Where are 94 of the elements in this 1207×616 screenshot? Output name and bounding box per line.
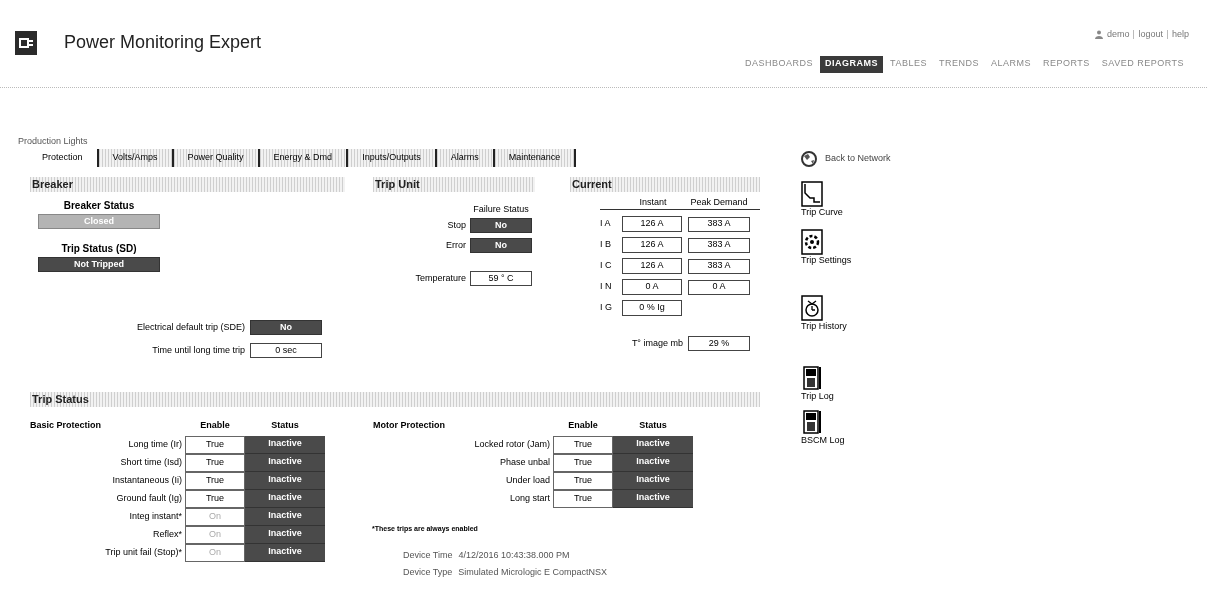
value-box: 383 A bbox=[688, 216, 750, 232]
section-heading: Current bbox=[570, 177, 760, 192]
column-header: Status bbox=[270, 419, 300, 432]
row-label: Long start bbox=[508, 491, 551, 505]
info-value: Simulated Micrologic E CompactNSX bbox=[458, 565, 607, 579]
device-icon[interactable] bbox=[801, 365, 823, 391]
status-cell: Inactive bbox=[245, 435, 325, 454]
column-header: Peak Demand bbox=[689, 197, 749, 208]
settings-icon[interactable] bbox=[801, 229, 823, 255]
row-label: I N bbox=[600, 280, 613, 294]
section-heading: Trip Unit bbox=[373, 177, 535, 192]
value-box: 383 A bbox=[688, 237, 750, 253]
row-label: Long time (Ir) bbox=[127, 437, 183, 451]
value-box: 126 A bbox=[622, 258, 682, 274]
section-tab[interactable]: Maintenance bbox=[492, 149, 575, 167]
row-label: I A bbox=[600, 217, 612, 231]
info-label: Device Time bbox=[403, 549, 453, 562]
field-label: Temperature bbox=[415, 271, 466, 285]
row-label: Phase unbal bbox=[498, 455, 551, 469]
nav-tab[interactable]: ALARMS bbox=[985, 55, 1036, 73]
column-header: Enable bbox=[199, 419, 231, 432]
row-label: Trip unit fail (Stop)* bbox=[104, 545, 183, 559]
device-icon[interactable] bbox=[801, 409, 823, 435]
column-header: Status bbox=[638, 419, 668, 432]
section-tab[interactable]: Alarms bbox=[434, 149, 493, 167]
status-label: Breaker Status bbox=[63, 199, 135, 213]
value-box: 0 A bbox=[622, 279, 682, 295]
row-label: Error bbox=[446, 238, 466, 252]
status-label: Trip Status (SD) bbox=[61, 242, 137, 256]
globe-icon bbox=[801, 151, 817, 167]
header-link[interactable]: logout bbox=[1138, 28, 1163, 42]
header-link[interactable]: demo bbox=[1106, 28, 1130, 42]
nav-tab[interactable]: DASHBOARDS bbox=[740, 55, 819, 73]
row-label: I C bbox=[600, 259, 613, 273]
row-label: Instantaneous (Ii) bbox=[111, 473, 183, 487]
column-header: Instant bbox=[638, 197, 668, 208]
field-label: T° image mb bbox=[631, 336, 683, 350]
row-label: Under load bbox=[504, 473, 551, 487]
section-tab[interactable]: Volts/Amps bbox=[96, 149, 172, 167]
status-cell: Inactive bbox=[613, 435, 693, 454]
plug-logo-icon bbox=[15, 30, 37, 55]
status-indicator: No bbox=[470, 238, 532, 253]
side-link[interactable]: Trip Curve bbox=[801, 207, 843, 218]
back-link[interactable]: Back to Network bbox=[801, 149, 891, 169]
value-box: 59 ° C bbox=[470, 271, 532, 286]
value-box: 0 % Ig bbox=[622, 300, 682, 316]
table-cell: True bbox=[185, 435, 245, 454]
section-tab[interactable]: Power Quality bbox=[171, 149, 258, 167]
row-label: Ground fault (Ig) bbox=[115, 491, 183, 505]
row-label: I B bbox=[600, 238, 612, 252]
value-box: 0 sec bbox=[250, 343, 322, 358]
row-label: Integ instant* bbox=[128, 509, 183, 523]
value-box: No bbox=[250, 320, 322, 335]
status-indicator: Not Tripped bbox=[38, 257, 160, 272]
value-box: 29 % bbox=[688, 336, 750, 351]
column-header: Failure Status bbox=[472, 204, 530, 215]
row-label: Short time (Isd) bbox=[119, 455, 183, 469]
side-link[interactable]: Trip History bbox=[801, 321, 847, 332]
side-link[interactable]: BSCM Log bbox=[801, 435, 845, 446]
side-link[interactable]: Trip Settings bbox=[801, 255, 852, 266]
field-label: Electrical default trip (SDE) bbox=[136, 320, 245, 334]
group-title: Motor Protection bbox=[373, 419, 446, 432]
clock-icon[interactable] bbox=[801, 295, 823, 321]
section-tab[interactable]: Energy & Dmd bbox=[257, 149, 347, 167]
header-link[interactable]: help bbox=[1172, 28, 1189, 42]
app-title: Power Monitoring Expert bbox=[64, 31, 262, 54]
nav-tab[interactable]: REPORTS bbox=[1037, 55, 1095, 73]
side-link[interactable]: Trip Log bbox=[801, 391, 834, 402]
breadcrumb: Production Lights bbox=[18, 136, 89, 147]
user-icon bbox=[1094, 30, 1103, 40]
row-label: Stop bbox=[447, 218, 466, 232]
nav-tab[interactable]: DIAGRAMS bbox=[820, 55, 884, 73]
group-title: Basic Protection bbox=[30, 419, 103, 432]
value-box: 0 A bbox=[688, 279, 750, 295]
section-heading: Breaker bbox=[30, 177, 345, 192]
nav-tab[interactable]: TABLES bbox=[885, 55, 932, 73]
value-box: 126 A bbox=[622, 237, 682, 253]
section-heading: Trip Status bbox=[30, 392, 760, 407]
nav-tab[interactable]: TRENDS bbox=[933, 55, 984, 73]
info-value: 4/12/2016 10:43:38.000 PM bbox=[458, 549, 570, 562]
status-indicator: Closed bbox=[38, 214, 160, 229]
column-header: Enable bbox=[567, 419, 599, 432]
info-label: Device Type bbox=[403, 565, 453, 579]
table-cell: True bbox=[553, 435, 613, 454]
nav-tab[interactable]: SAVED REPORTS bbox=[1096, 55, 1189, 73]
value-box: 126 A bbox=[622, 216, 682, 232]
row-label: I G bbox=[600, 301, 613, 315]
field-label: Time until long time trip bbox=[152, 343, 245, 357]
section-tab[interactable]: Inputs/Outputs bbox=[346, 149, 435, 167]
curve-chart-icon[interactable] bbox=[801, 181, 823, 207]
value-box: 383 A bbox=[688, 258, 750, 274]
status-indicator: No bbox=[470, 218, 532, 233]
row-label: Reflex* bbox=[152, 527, 183, 541]
row-label: Locked rotor (Jam) bbox=[473, 437, 551, 451]
